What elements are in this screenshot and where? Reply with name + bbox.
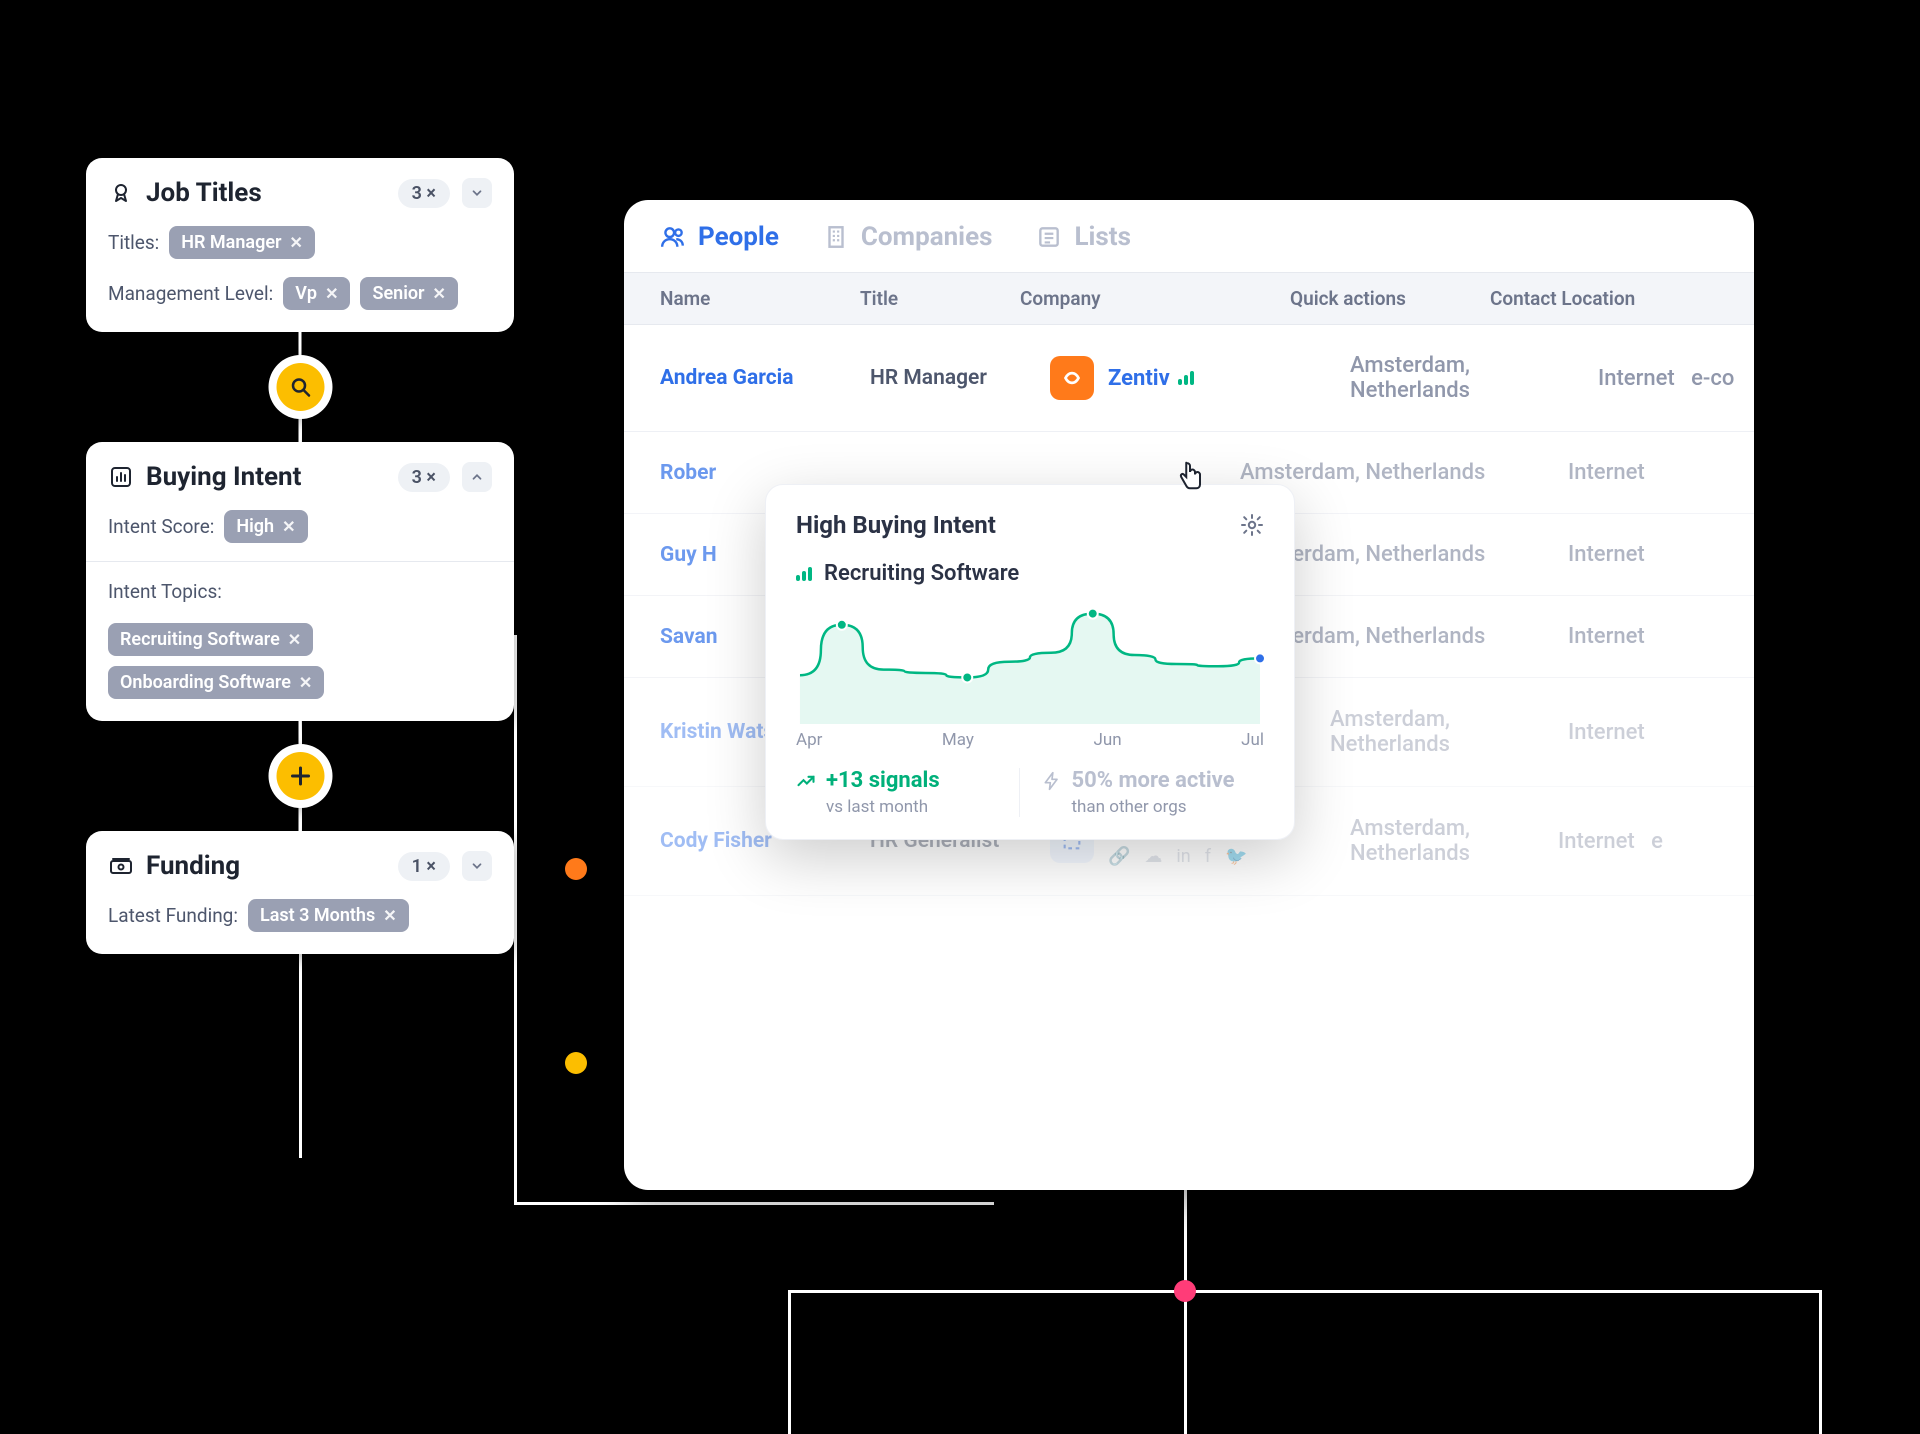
table-row[interactable]: Andrea Garcia HR Manager Zentiv Amsterda… xyxy=(624,325,1754,432)
intent-chart: Apr May Jun Jul xyxy=(796,604,1264,750)
th-quick-actions: Quick actions xyxy=(1290,287,1480,310)
industry-label: Internet xyxy=(1558,829,1635,854)
list-icon xyxy=(1036,224,1062,250)
industry-label: Internet xyxy=(1568,720,1718,745)
close-icon: ✕ xyxy=(299,673,312,692)
people-icon xyxy=(660,224,686,250)
th-location: Contact Location xyxy=(1490,287,1718,310)
twitter-icon: 🐦 xyxy=(1225,846,1247,867)
tab-companies[interactable]: Companies xyxy=(823,222,993,252)
tick-label: Apr xyxy=(796,730,822,750)
building-icon xyxy=(823,224,849,250)
filter-label: Titles: xyxy=(108,231,159,254)
social-icons[interactable]: 🔗 ☁︎ inf 🐦 xyxy=(1108,846,1247,867)
node-add[interactable] xyxy=(268,744,332,808)
stat-sub: than other orgs xyxy=(1042,797,1187,817)
close-icon: ✕ xyxy=(433,284,446,303)
pointer-cursor-icon xyxy=(1175,460,1205,494)
chevron-down-icon[interactable] xyxy=(462,851,492,881)
linkedin-icon: in xyxy=(1176,846,1190,867)
contact-location: Amsterdam, Netherlands xyxy=(1330,707,1558,757)
filter-tag[interactable]: Last 3 Months✕ xyxy=(248,899,409,932)
industry-label: Internet xyxy=(1568,460,1718,485)
filter-title: Job Titles xyxy=(146,178,386,208)
popover-title: High Buying Intent xyxy=(796,511,996,539)
contact-location: Amsterdam, Netherlands xyxy=(1350,353,1588,403)
filter-tag[interactable]: Senior✕ xyxy=(360,277,457,310)
close-icon: ✕ xyxy=(288,630,301,649)
search-icon xyxy=(288,375,312,399)
filter-label: Intent Score: xyxy=(108,515,214,538)
th-title: Title xyxy=(860,287,1010,310)
industry-label: Internet xyxy=(1598,366,1675,391)
tick-label: May xyxy=(942,730,974,750)
filter-card-buying-intent: Buying Intent 3 × Intent Score: High✕ In… xyxy=(86,442,514,721)
industry-label: Internet xyxy=(1568,624,1718,649)
filter-card-job-titles: Job Titles 3 × Titles: HR Manager✕ Manag… xyxy=(86,158,514,332)
plus-icon xyxy=(288,764,312,788)
close-icon: ✕ xyxy=(325,284,338,303)
person-title: HR Manager xyxy=(870,366,1040,390)
tab-label: Companies xyxy=(861,222,993,252)
gear-icon[interactable] xyxy=(1240,513,1264,537)
bolt-icon xyxy=(1042,771,1062,791)
contact-location: Amsterdam, Netherlands xyxy=(1240,460,1558,485)
filter-tag[interactable]: HR Manager✕ xyxy=(169,226,315,259)
filter-tag[interactable]: Onboarding Software✕ xyxy=(108,666,324,699)
close-icon: ✕ xyxy=(383,906,396,925)
intent-popover: High Buying Intent Recruiting Software A… xyxy=(765,484,1295,840)
tick-label: Jul xyxy=(1241,730,1264,750)
th-company: Company xyxy=(1020,287,1280,310)
company-logo xyxy=(1050,356,1094,400)
tab-label: Lists xyxy=(1074,222,1130,252)
tick-label: Jun xyxy=(1093,730,1121,750)
filter-count[interactable]: 3 × xyxy=(398,179,450,208)
node-search[interactable] xyxy=(268,355,332,419)
company-cell[interactable]: Zentiv xyxy=(1050,356,1340,400)
cloud-icon: ☁︎ xyxy=(1144,846,1162,867)
signal-icon xyxy=(796,567,812,581)
topic-label: Recruiting Software xyxy=(824,561,1019,586)
signal-icon xyxy=(1178,371,1194,385)
link-icon: 🔗 xyxy=(1108,846,1130,867)
money-icon xyxy=(108,853,134,879)
medal-icon xyxy=(108,180,134,206)
filter-tag[interactable]: Recruiting Software✕ xyxy=(108,623,313,656)
filter-label: Management Level: xyxy=(108,282,273,305)
table-header: Name Title Company Quick actions Contact… xyxy=(624,272,1754,325)
industry-label: Internet xyxy=(1568,542,1718,567)
close-icon: ✕ xyxy=(289,233,302,252)
chevron-down-icon[interactable] xyxy=(462,178,492,208)
filter-label: Intent Topics: xyxy=(108,580,222,603)
chevron-up-icon[interactable] xyxy=(462,462,492,492)
tab-people[interactable]: People xyxy=(660,222,779,252)
bar-chart-icon xyxy=(108,464,134,490)
facebook-icon: f xyxy=(1205,846,1211,867)
contact-location: Amsterdam, Netherlands xyxy=(1350,816,1548,866)
stat-sub: vs last month xyxy=(796,797,928,817)
filter-card-funding: Funding 1 × Latest Funding: Last 3 Month… xyxy=(86,831,514,954)
th-name: Name xyxy=(660,287,850,310)
person-name[interactable]: Rober xyxy=(660,461,880,485)
filter-title: Funding xyxy=(146,851,386,881)
filter-tag[interactable]: High✕ xyxy=(224,510,307,543)
person-name[interactable]: Andrea Garcia xyxy=(660,366,860,390)
tab-lists[interactable]: Lists xyxy=(1036,222,1130,252)
trend-up-icon xyxy=(796,771,816,791)
filter-label: Latest Funding: xyxy=(108,904,238,927)
filter-count[interactable]: 1 × xyxy=(398,852,450,881)
filter-title: Buying Intent xyxy=(146,462,386,492)
filter-count[interactable]: 3 × xyxy=(398,463,450,492)
stat-signals: +13 signals xyxy=(796,768,940,793)
tab-label: People xyxy=(698,222,779,252)
stat-activity: 50% more active xyxy=(1042,768,1235,793)
filter-tag[interactable]: Vp✕ xyxy=(283,277,350,310)
close-icon: ✕ xyxy=(282,517,295,536)
